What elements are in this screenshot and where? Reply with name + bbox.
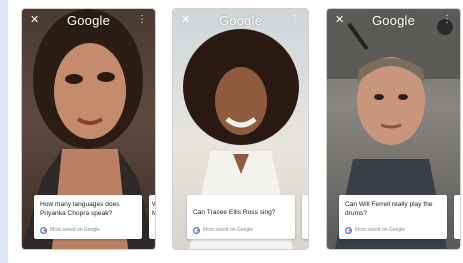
google-g-icon xyxy=(345,226,352,234)
story-card-tracee[interactable]: ✕ Google ⋮ Can Tracee Ellis Ross sing? M… xyxy=(173,9,308,249)
card-footer: Most asked on Google xyxy=(193,226,253,234)
question-text: How many languages does Priyanka Chopra … xyxy=(40,201,120,217)
question-card[interactable]: Can Tracee Ellis Ross sing? Most asked o… xyxy=(187,195,295,239)
google-g-icon xyxy=(40,226,47,234)
google-logo: Google xyxy=(66,13,111,28)
next-card-peek[interactable] xyxy=(302,195,308,239)
next-card-peek[interactable]: W M xyxy=(149,195,155,239)
card-footer: Most asked on Google xyxy=(345,226,405,234)
google-logo: Google xyxy=(218,13,263,28)
question-text: Can Tracee Ellis Ross sing? xyxy=(193,209,276,216)
google-g-icon xyxy=(193,226,200,234)
story-card-will[interactable]: ✕ Google ⋮ Can Will Ferrell really play … xyxy=(327,9,460,249)
question-text: Can Will Ferrell really play the drums? xyxy=(345,201,433,217)
page-side-accent xyxy=(0,0,8,263)
google-logo: Google xyxy=(371,13,416,28)
story-card-priyanka[interactable]: ✕ Google ⋮ How many languages does Priya… xyxy=(22,9,155,249)
footer-text: Most asked on Google xyxy=(50,227,101,233)
question-card[interactable]: How many languages does Priyanka Chopra … xyxy=(34,195,142,239)
more-vert-icon[interactable]: ⋮ xyxy=(137,14,147,26)
next-card-peek[interactable] xyxy=(454,195,460,239)
more-vert-icon[interactable]: ⋮ xyxy=(290,14,300,26)
footer-text: Most asked on Google xyxy=(355,227,406,233)
next-card-peek-text: W M xyxy=(152,201,155,217)
footer-text: Most asked on Google xyxy=(203,227,254,233)
question-card[interactable]: Can Will Ferrell really play the drums? … xyxy=(339,195,447,239)
more-vert-icon[interactable]: ⋮ xyxy=(442,14,452,26)
card-footer: Most asked on Google xyxy=(40,226,100,234)
